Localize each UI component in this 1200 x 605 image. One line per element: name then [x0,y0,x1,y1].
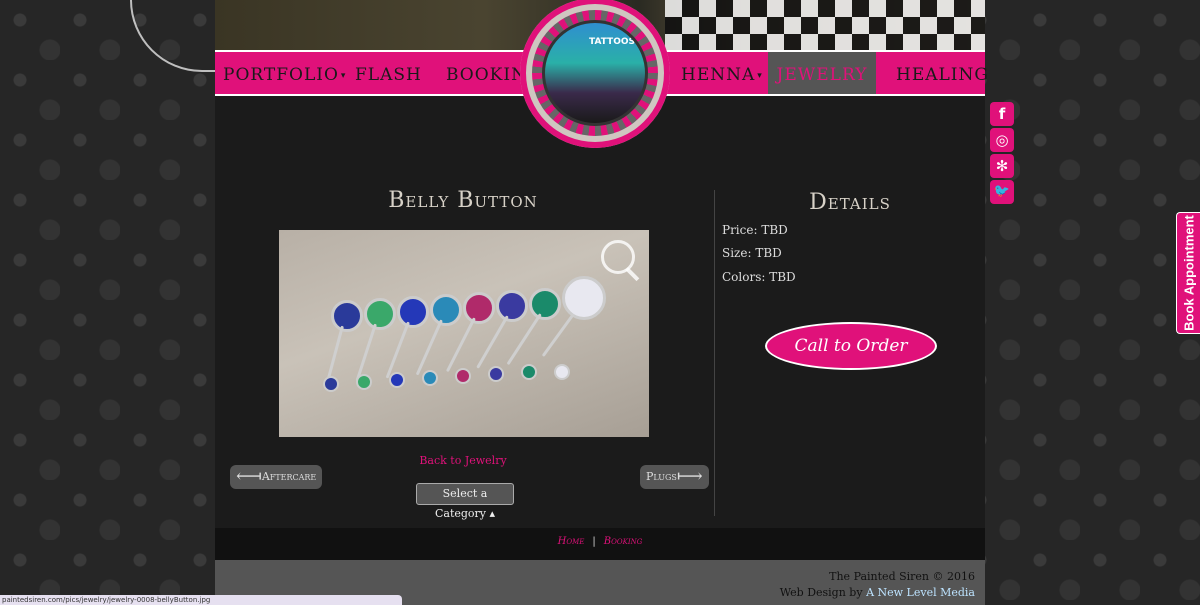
jewel-bar [385,321,410,379]
logo-ring: TATTOOS [532,10,658,136]
nav-healing[interactable]: Healing [896,52,989,94]
nav-label: Henna [681,65,756,85]
jewel-top [496,290,528,322]
footer-home-link[interactable]: Home [558,536,585,547]
instagram-icon[interactable]: ◎ [990,128,1014,152]
call-to-order-button[interactable]: Call to Order [765,322,937,370]
jewel-bottom [521,364,537,380]
jewel-top [331,300,363,332]
copyright-text: The Painted Siren © 2016 [829,570,975,583]
footer-credits: The Painted Siren © 2016 Web Design by A… [780,569,975,601]
jewel-top [364,298,396,330]
prev-aftercare-button[interactable]: ⟻Aftercare [230,465,323,489]
column-divider [714,190,715,516]
logo-sign: TATTOOS [589,37,635,47]
arrow-left-icon: ⟻ [236,466,262,487]
jewel-bottom [554,364,570,380]
detail-size: Size: TBD [722,246,782,260]
chevron-down-icon: ▾ [340,70,347,81]
jewel-top [529,288,561,320]
jewel-top [463,292,495,324]
jewel-bottom [323,376,339,392]
category-select[interactable]: Select a Category ▴ [416,483,514,520]
design-credit: Web Design by A New Level Media [780,585,975,601]
next-label: Plugs [646,470,677,483]
details-title: Details [809,190,891,215]
jewel-bar [445,317,476,373]
jewel-bottom [455,368,471,384]
instagram-glyph: ◎ [995,131,1009,149]
nav-label: Jewelry [776,65,868,85]
nav-flash[interactable]: Flash [355,52,422,94]
jewel-top [397,296,429,328]
twitter-icon[interactable]: 🐦 [990,180,1014,204]
footer-booking-link[interactable]: Booking [604,536,643,547]
design-prefix: Web Design by [779,586,863,599]
book-appointment-label: Book Appointment [1181,215,1197,331]
nav-henna[interactable]: Henna ▾ [681,52,763,94]
jewel-bar [415,319,443,376]
facebook-glyph: f [998,105,1006,123]
yelp-glyph: ✻ [995,157,1009,175]
twitter-glyph: 🐦 [993,184,1011,199]
jewel-bottom [389,372,405,388]
nav-label: Portfolio [223,65,339,85]
jewel-top [562,276,606,320]
status-bar-url: paintedsiren.com/pics/jewelry/jewelry-00… [0,595,402,605]
site-logo[interactable]: TATTOOS [520,0,670,148]
detail-price: Price: TBD [722,223,788,237]
jewel-bottom [488,366,504,382]
design-link[interactable]: A New Level Media [866,586,975,599]
footer-separator: | [592,536,596,547]
nav-label: Flash [355,65,422,85]
arrow-right-icon: ⟼ [676,466,703,487]
facebook-icon[interactable]: f [990,102,1014,126]
next-plugs-button[interactable]: Plugs⟼ [640,465,709,489]
zoom-icon[interactable] [601,240,635,274]
product-title: Belly Button [388,188,538,213]
product-photo[interactable] [279,230,649,437]
yelp-icon[interactable]: ✻ [990,154,1014,178]
jewel-bottom [356,374,372,390]
jewel-bar [355,323,377,382]
logo-storefront: TATTOOS [542,20,648,126]
jewel-bottom [422,370,438,386]
chevron-down-icon: ▾ [757,70,763,81]
prev-label: Aftercare [261,470,317,483]
header-checker-floor [665,0,985,50]
nav-label: Healing [896,65,989,85]
nav-jewelry[interactable]: Jewelry [768,52,876,94]
book-appointment-tab[interactable]: Book Appointment [1176,212,1200,334]
detail-colors: Colors: TBD [722,270,796,284]
footer-nav: Home | Booking [215,528,985,560]
jewel-top [430,294,462,326]
nav-portfolio[interactable]: Portfolio ▾ [223,52,346,94]
